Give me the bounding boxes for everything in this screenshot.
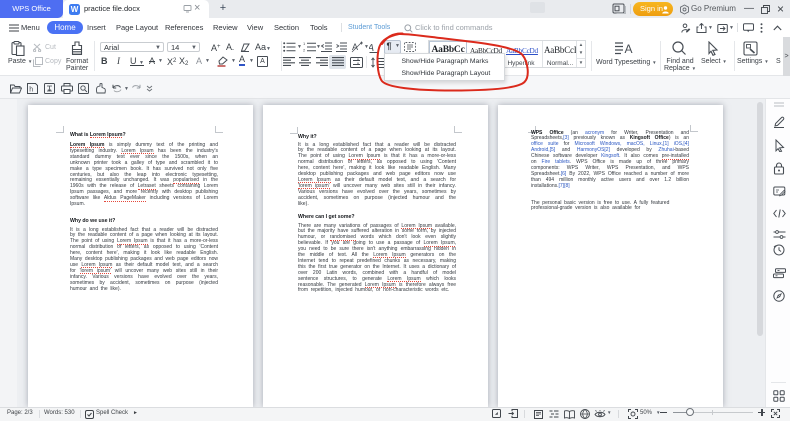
svg-text:A: A bbox=[369, 43, 375, 53]
svg-text:A: A bbox=[625, 42, 633, 55]
svg-text:2: 2 bbox=[303, 48, 306, 53]
svg-text:h: h bbox=[29, 87, 33, 94]
svg-text:1: 1 bbox=[303, 42, 306, 46]
